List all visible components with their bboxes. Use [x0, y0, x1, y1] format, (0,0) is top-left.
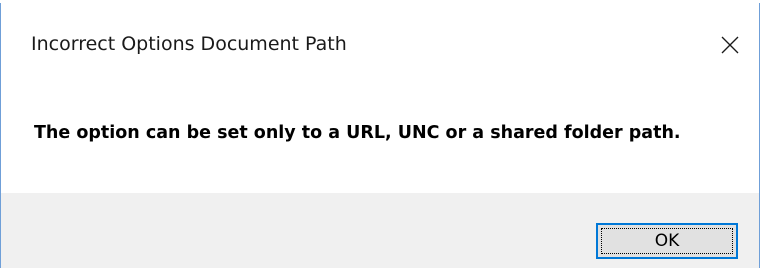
close-icon	[721, 36, 739, 58]
message-area: The option can be set only to a URL, UNC…	[1, 86, 759, 193]
dialog-message: The option can be set only to a URL, UNC…	[34, 123, 681, 143]
dialog-title: Incorrect Options Document Path	[31, 33, 347, 55]
title-bar[interactable]: Incorrect Options Document Path	[1, 3, 759, 86]
ok-button-label: OK	[654, 231, 680, 251]
ok-button[interactable]: OK	[596, 223, 738, 259]
button-bar: OK	[1, 193, 759, 268]
close-button[interactable]	[701, 21, 759, 73]
message-dialog: Incorrect Options Document Path The opti…	[0, 3, 760, 268]
